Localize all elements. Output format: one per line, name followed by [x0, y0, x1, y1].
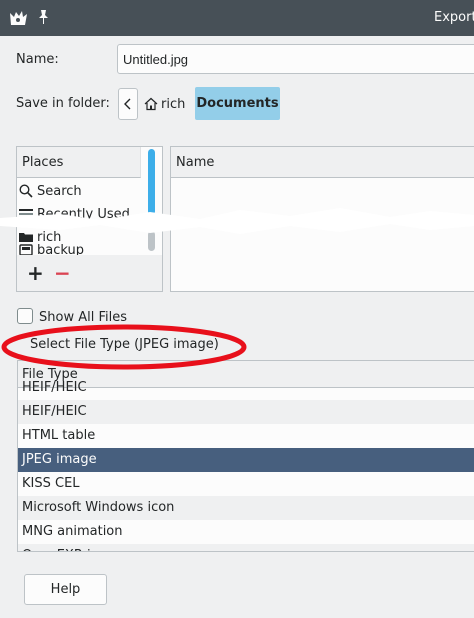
add-place-button[interactable]: +	[27, 261, 44, 285]
place-search[interactable]: Search	[18, 180, 140, 202]
file-type-row-selected[interactable]: JPEG image	[18, 448, 474, 472]
title-bar[interactable]: Export	[0, 0, 474, 36]
window-title: Export	[434, 10, 474, 25]
places-footer: + −	[17, 255, 162, 291]
show-all-files-checkbox[interactable]	[17, 308, 33, 324]
recent-icon	[19, 209, 33, 215]
select-file-type-expander[interactable]: Select File Type (JPEG image)	[30, 337, 219, 352]
file-type-row[interactable]: HTML table	[18, 424, 474, 448]
file-type-row[interactable]: KISS CEL	[18, 472, 474, 496]
places-scrollbar[interactable]	[148, 149, 155, 253]
places-scrollbar-thumb[interactable]	[148, 149, 155, 215]
file-type-list[interactable]: File Type HEIF/HEIC HEIF/HEIC HTML table…	[17, 360, 474, 552]
places-header-label: Places	[22, 155, 64, 170]
search-icon	[19, 184, 33, 198]
home-icon	[144, 97, 158, 111]
save-folder-label: Save in folder:	[16, 96, 110, 111]
file-type-row[interactable]: HEIF/HEIC	[18, 376, 474, 400]
file-type-row[interactable]: MNG animation	[18, 520, 474, 544]
files-name-header-label: Name	[176, 155, 215, 170]
crumb-home-button[interactable]: rich	[144, 93, 185, 115]
chevron-left-icon	[124, 98, 131, 110]
files-name-column-header[interactable]: Name	[171, 147, 474, 178]
crumb-documents-button[interactable]: Documents	[195, 87, 280, 120]
pin-icon[interactable]	[36, 9, 50, 25]
place-recently-used-label: Recently Used	[37, 206, 130, 222]
place-search-label: Search	[37, 183, 82, 199]
crumb-home-label: rich	[161, 96, 186, 112]
help-button[interactable]: Help	[24, 574, 107, 605]
path-back-button[interactable]	[118, 88, 138, 120]
filename-input[interactable]	[117, 44, 474, 74]
crumb-documents-label: Documents	[196, 96, 279, 111]
help-button-label: Help	[50, 582, 81, 597]
places-panel: Places Search Recently Used rich backup …	[16, 146, 163, 292]
remove-place-button[interactable]: −	[54, 261, 71, 285]
gimp-icon[interactable]	[8, 9, 28, 27]
name-label: Name:	[16, 52, 59, 67]
places-header[interactable]: Places	[17, 147, 141, 178]
show-all-files-label[interactable]: Show All Files	[39, 310, 127, 325]
files-panel[interactable]: Name	[170, 146, 474, 292]
place-recently-used[interactable]: Recently Used	[18, 203, 140, 225]
file-type-row[interactable]: Microsoft Windows icon	[18, 496, 474, 520]
file-type-row[interactable]: HEIF/HEIC	[18, 400, 474, 424]
file-type-row[interactable]: OpenEXR image	[18, 544, 474, 551]
places-scrollbar-handle[interactable]	[148, 231, 155, 251]
